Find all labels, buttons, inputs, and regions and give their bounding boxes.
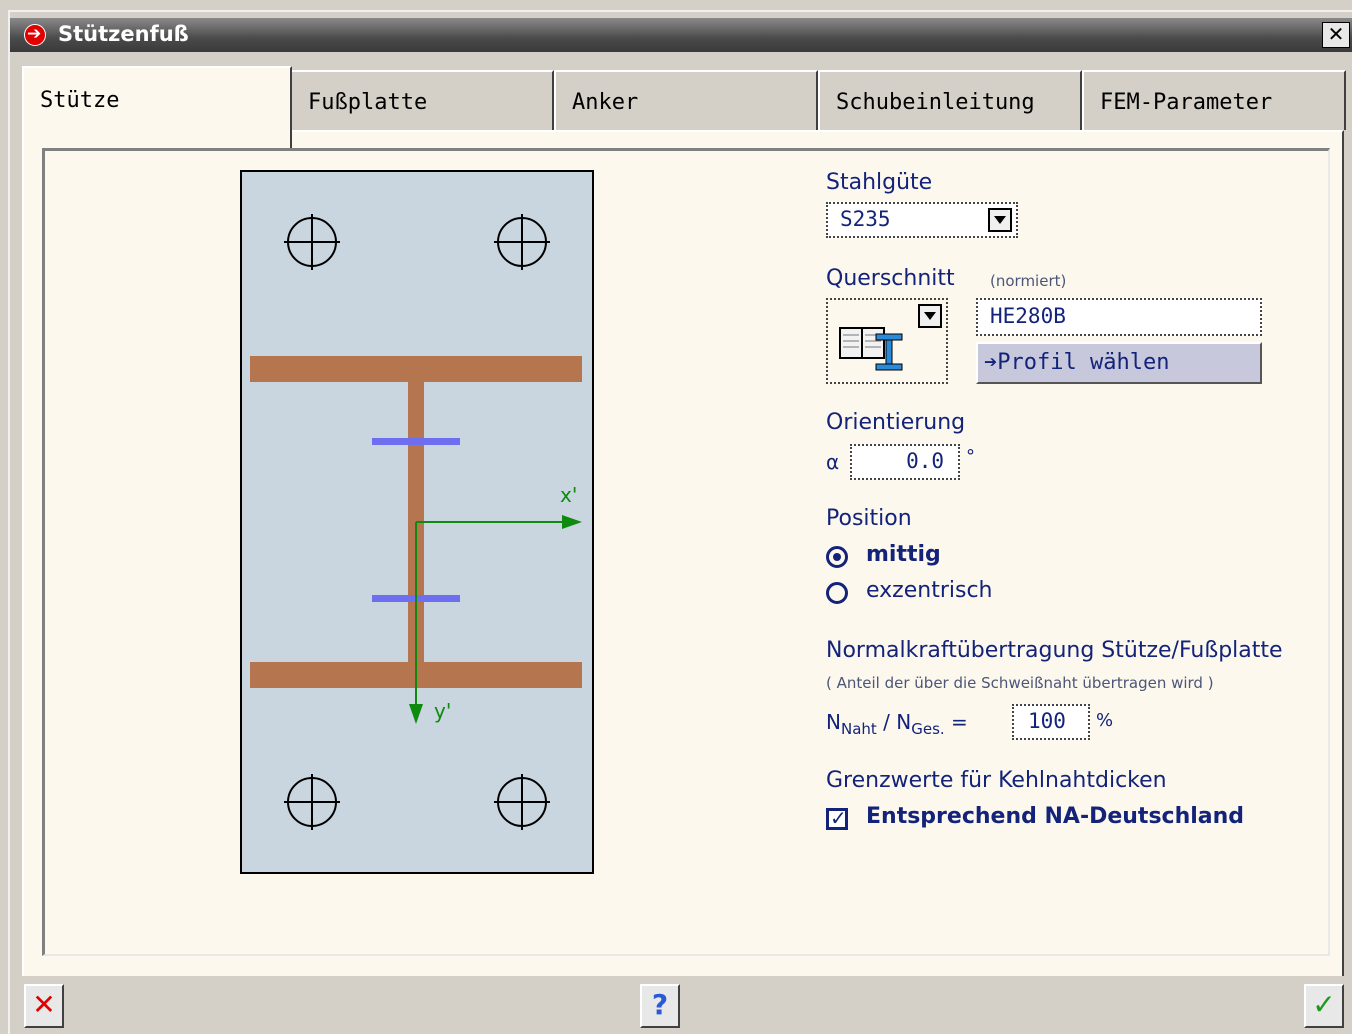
- formula-sub2: Ges.: [911, 720, 945, 738]
- stahlguete-label: Stahlgüte: [826, 170, 933, 195]
- content-area: [42, 148, 1330, 956]
- tab-label: Stütze: [40, 88, 120, 113]
- formula-sub1: Naht: [840, 720, 877, 738]
- cancel-icon: ✕: [32, 988, 56, 1021]
- base-plate-drawing: x' y': [240, 170, 594, 874]
- orientierung-input[interactable]: 0.0: [850, 444, 960, 480]
- help-icon: ?: [651, 988, 669, 1021]
- profile-library-select[interactable]: [826, 298, 948, 384]
- tab-label: Fußplatte: [308, 90, 428, 115]
- axis-y-label: y': [434, 699, 451, 723]
- orientierung-label: Orientierung: [826, 410, 966, 435]
- tab-label: FEM-Parameter: [1100, 90, 1273, 115]
- na-deutschland-label: Entsprechend NA-Deutschland: [866, 804, 1245, 829]
- normalkraft-note: ( Anteil der über die Schweißnaht übertr…: [826, 674, 1214, 692]
- arrow-right-icon: ➔: [984, 350, 998, 375]
- window-title: Stützenfuß: [58, 22, 189, 46]
- querschnitt-label: Querschnitt: [826, 266, 955, 291]
- radio-mittig-label: mittig: [866, 542, 941, 567]
- normalkraft-label: Normalkraftübertragung Stütze/Fußplatte: [826, 638, 1283, 663]
- na-deutschland-checkbox[interactable]: [826, 806, 848, 830]
- tab-label: Anker: [572, 90, 639, 115]
- tab-fem-parameter[interactable]: FEM-Parameter: [1082, 70, 1346, 130]
- tab-schubeinleitung[interactable]: Schubeinleitung: [818, 70, 1082, 130]
- normalkraft-value: 100: [1028, 709, 1066, 733]
- normalkraft-formula: NNaht / NGes. =: [826, 710, 968, 738]
- formula-n1: N: [826, 710, 841, 734]
- chevron-down-icon[interactable]: [918, 304, 942, 328]
- alpha-symbol: α: [826, 450, 840, 474]
- chevron-down-icon[interactable]: [988, 208, 1012, 232]
- profil-waehlen-button[interactable]: ➔Profil wählen: [976, 342, 1262, 384]
- querschnitt-value: HE280B: [990, 304, 1066, 328]
- profile-library-icon: [839, 327, 903, 371]
- formula-eq: =: [951, 710, 968, 734]
- percent-unit: %: [1096, 710, 1114, 731]
- top-flange: [250, 356, 582, 382]
- checkmark-icon: ✓: [1312, 988, 1336, 1021]
- close-button[interactable]: ✕: [1322, 22, 1350, 48]
- axis-x-label: x': [560, 483, 577, 507]
- radio-mittig[interactable]: [826, 546, 848, 568]
- formula-sep: /: [883, 710, 890, 734]
- tab-fussplatte[interactable]: Fußplatte: [290, 70, 554, 130]
- profil-waehlen-label: Profil wählen: [997, 350, 1170, 375]
- position-label: Position: [826, 506, 912, 531]
- orientierung-value: 0.0: [906, 449, 944, 473]
- querschnitt-input[interactable]: HE280B: [976, 298, 1262, 336]
- ok-button[interactable]: ✓: [1304, 984, 1344, 1028]
- cancel-button[interactable]: ✕: [24, 984, 64, 1028]
- formula-n2: N: [896, 710, 912, 734]
- app-arrow-icon: [24, 24, 46, 46]
- title-bar: Stützenfuß ✕: [10, 18, 1352, 52]
- stahlguete-select[interactable]: S235: [826, 202, 1018, 238]
- help-button[interactable]: ?: [640, 984, 680, 1028]
- grenzwerte-label: Grenzwerte für Kehlnahtdicken: [826, 768, 1167, 793]
- tab-label: Schubeinleitung: [836, 90, 1035, 115]
- querschnitt-note: (normiert): [990, 272, 1067, 290]
- degree-unit: °: [966, 446, 975, 467]
- radio-exzentrisch-label: exzentrisch: [866, 578, 993, 603]
- stiffener-top: [372, 438, 460, 445]
- tab-anker[interactable]: Anker: [554, 70, 818, 130]
- tab-stuetze[interactable]: Stütze: [22, 66, 292, 152]
- normalkraft-input[interactable]: 100: [1012, 704, 1090, 740]
- stahlguete-value: S235: [840, 207, 891, 231]
- radio-exzentrisch[interactable]: [826, 582, 848, 604]
